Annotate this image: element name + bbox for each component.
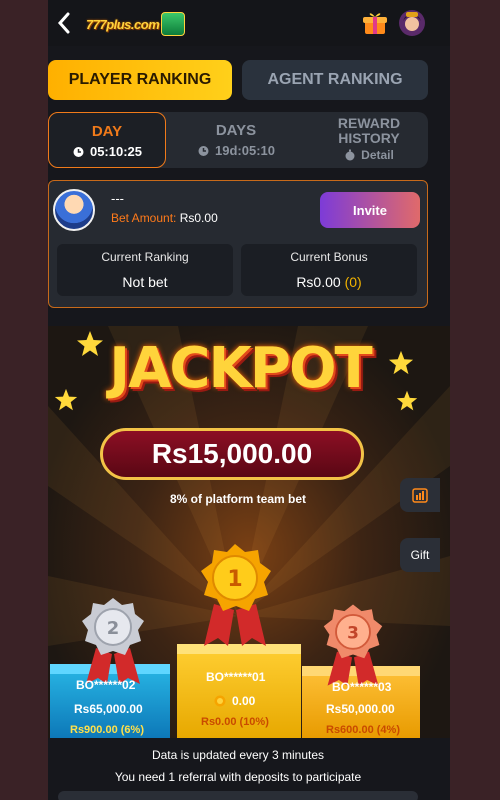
third-player-bonus: Rs600.00 (4%) [326,724,400,736]
current-bonus-row: Rs0.00 (0) [241,274,417,290]
logo-badge-icon [161,12,186,36]
back-arrow-icon[interactable] [54,8,76,38]
medal-rank-first: 1 [227,567,242,592]
jackpot-title: JACKPOT [109,336,373,401]
alarm-clock-icon [198,146,209,156]
tab-agent-ranking[interactable]: AGENT RANKING [242,60,428,100]
period-days-countdown: 19d:05:10 [215,143,275,158]
first-player-amount-row: 0.00 [214,694,255,708]
star-icon [388,350,414,375]
bottom-panel-edge [58,791,418,800]
second-player-amount: Rs65,000.00 [74,702,143,716]
reward-history-detail: Detail [361,148,394,162]
jackpot-pool-amount: Rs15,000.00 [100,428,364,480]
bronze-medal-icon: 3 [323,604,383,686]
first-player-name: BO******01 [206,670,266,684]
period-day-title: DAY [91,123,123,140]
second-player-bonus: Rs900.00 (6%) [70,724,144,736]
top-bar: 777plus.com [48,0,450,46]
logo-text: 777plus.com [86,16,160,32]
period-tab-reward-history[interactable]: REWARD HISTORY Detail [310,112,428,168]
medal-rank-second: 2 [107,618,120,639]
silver-medal-icon: 2 [82,598,144,684]
current-bonus-box: Current Bonus Rs0.00 (0) [241,244,417,296]
bar-chart-icon [412,488,428,503]
bet-amount-row: Bet Amount: Rs0.00 [111,211,218,225]
current-ranking-value: Not bet [122,274,168,290]
jackpot-section: JACKPOT Rs15,000.00 8% of platform team … [48,326,450,738]
period-day-countdown: 05:10:25 [89,144,143,159]
user-avatar-icon[interactable] [398,9,426,37]
bet-amount-label: Bet Amount: [111,211,177,225]
player-name: --- [111,191,124,206]
star-icon [396,390,418,411]
current-bonus-count: (0) [344,274,362,290]
gift-box-icon[interactable] [362,10,388,36]
third-player-amount: Rs50,000.00 [326,702,395,716]
app-screen: 777plus.com PLAYER RANKING AGENT RANKING… [48,0,450,800]
period-selector: DAY 05:10:25 DAYS 19d:05:10 REWARD HISTO… [48,112,428,168]
period-tab-day[interactable]: DAY 05:10:25 [48,112,166,168]
first-player-bonus: Rs0.00 (10%) [201,716,269,728]
gold-medal-icon: 1 [201,544,271,646]
second-player-name: BO******02 [76,678,136,692]
current-bonus-label: Current Bonus [290,250,368,264]
current-bonus-value: Rs0.00 [296,274,341,290]
coin-icon [214,695,226,707]
site-logo: 777plus.com [86,11,186,37]
update-note: Data is updated every 3 minutes [151,748,325,762]
player-status-card: --- Bet Amount: Rs0.00 Invite Current Ra… [48,180,428,308]
side-chart-button[interactable] [400,478,440,512]
alarm-clock-icon [73,147,84,157]
current-ranking-label: Current Ranking [101,250,189,264]
third-player-name: BO******03 [332,680,392,694]
referral-note: You need 1 referral with deposits to par… [114,770,362,784]
timer-icon [345,149,355,161]
first-player-amount: 0.00 [232,694,256,708]
player-avatar [53,189,95,231]
medal-rank-third: 3 [347,623,359,643]
side-gift-button[interactable]: Gift [400,538,440,572]
period-tab-days[interactable]: DAYS 19d:05:10 [176,112,296,168]
jackpot-pool-note: 8% of platform team bet [169,492,307,506]
bet-amount-value: Rs0.00 [179,211,218,225]
period-days-title: DAYS [215,122,257,139]
star-icon [54,388,78,411]
tab-player-ranking[interactable]: PLAYER RANKING [48,60,232,100]
current-ranking-box: Current Ranking Not bet [57,244,233,296]
invite-button[interactable]: Invite [320,192,420,228]
reward-history-title: REWARD HISTORY [337,115,401,146]
